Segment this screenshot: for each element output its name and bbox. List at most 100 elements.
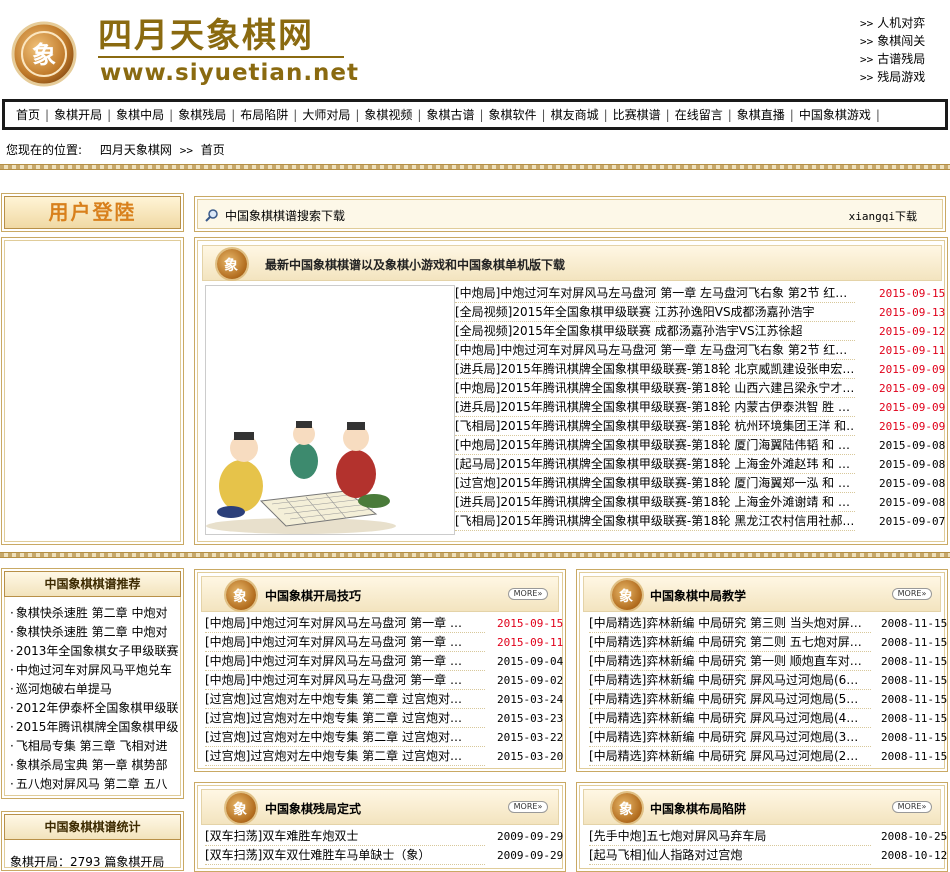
latest-item[interactable]: [过宫炮]2015年腾讯棋牌全国象棋甲级联赛-第18轮 厦门海翼郑一泓 和 … xyxy=(455,474,855,493)
latest-item-date: 2015-09-12 xyxy=(879,325,946,338)
traps-panel: 中国象棋布局陷阱 MORE» [先手中炮]五七炮对屏风马弃车局 2008-10-2… xyxy=(576,782,948,872)
latest-item[interactable]: [全局视频]2015年全国象棋甲级联赛 成都汤嘉孙浩宇VS江苏徐超 xyxy=(455,322,855,341)
latest-item[interactable]: [全局视频]2015年全国象棋甲级联赛 江苏孙逸阳VS成都汤嘉孙浩宇 xyxy=(455,303,855,322)
middle-item-date: 2008-11-15 xyxy=(881,750,948,763)
search-link[interactable]: 中国象棋棋谱搜索下载 xyxy=(225,207,345,224)
recommend-item[interactable]: · 象棋快杀速胜 第二章 中炮对 xyxy=(10,623,178,642)
middle-panel: 中国象棋中局教学 MORE» [中局精选]弈林新编 中局研究 第三则 当头炮对屏… xyxy=(576,569,948,772)
middle-item-date: 2008-11-15 xyxy=(881,712,948,725)
opening-item[interactable]: [过宫炮]过宫炮对左中炮专集 第二章 过宫炮对… xyxy=(205,690,485,709)
latest-item-date: 2015-09-09 xyxy=(879,363,946,376)
breadcrumb-current[interactable]: 首页 xyxy=(201,143,225,157)
latest-item-tag: [过宫炮] xyxy=(455,476,501,490)
latest-item[interactable]: [中炮局]中炮过河车对屏风马左马盘河 第一章 左马盘河飞右象 第2节 红… xyxy=(455,341,855,360)
middle-item[interactable]: [中局精选]弈林新编 中局研究 屏风马过河炮局(6… xyxy=(589,671,871,690)
breadcrumb-site[interactable]: 四月天象棋网 xyxy=(100,143,172,157)
opening-item[interactable]: [过宫炮]过宫炮对左中炮专集 第二章 过宫炮对… xyxy=(205,728,485,747)
top-link-canju-game[interactable]: >> 残局游戏 xyxy=(860,68,938,86)
latest-item[interactable]: [飞相局]2015年腾讯棋牌全国象棋甲级联赛-第18轮 黑龙江农村信用社郝… xyxy=(455,512,855,531)
nav-video[interactable]: 象棋视频 xyxy=(359,106,417,123)
latest-item[interactable]: [起马局]2015年腾讯棋牌全国象棋甲级联赛-第18轮 上海金外滩赵玮 和 … xyxy=(455,455,855,474)
latest-item[interactable]: [进兵局]2015年腾讯棋牌全国象棋甲级联赛-第18轮 内蒙古伊泰洪智 胜 … xyxy=(455,398,855,417)
featured-image[interactable] xyxy=(205,285,455,535)
logo-rule xyxy=(98,56,344,58)
recommend-item[interactable]: · 飞相局专集 第三章 飞相对进 xyxy=(10,737,178,756)
latest-header: 最新中国象棋棋谱以及象棋小游戏和中国象棋单机版下载 xyxy=(202,245,942,281)
top-link-chuangguan[interactable]: >> 象棋闯关 xyxy=(860,32,938,50)
nav-games[interactable]: 中国象棋游戏 xyxy=(794,106,876,123)
top-link-renji[interactable]: >> 人机对弈 xyxy=(860,14,938,32)
nav-opening[interactable]: 象棋开局 xyxy=(49,106,107,123)
latest-item-date: 2015-09-09 xyxy=(879,420,946,433)
nav-home[interactable]: 首页 xyxy=(11,106,45,123)
double-chevron-icon: >> xyxy=(860,35,874,48)
recommend-item[interactable]: · 巡河炮破右单提马 xyxy=(10,680,178,699)
latest-item-title: 2015年腾讯棋牌全国象棋甲级联赛-第18轮 上海金外滩谢靖 和 … xyxy=(500,495,850,509)
recommend-item-title: 2013年全国象棋女子甲级联赛 xyxy=(15,644,178,658)
traps-item[interactable]: [先手中炮]五七炮对屏风马弃车局 xyxy=(589,827,871,846)
middle-item[interactable]: [中局精选]弈林新编 中局研究 屏风马过河炮局(3… xyxy=(589,728,871,747)
logo-seal: 象 xyxy=(8,18,82,88)
middle-item[interactable]: [中局精选]弈林新编 中局研究 第一则 顺炮直车对… xyxy=(589,652,871,671)
middle-item[interactable]: [中局精选]弈林新编 中局研究 屏风马过河炮局(4… xyxy=(589,709,871,728)
latest-item-date: 2015-09-08 xyxy=(879,439,946,452)
opening-item[interactable]: [中炮局]中炮过河车对屏风马左马盘河 第一章 … xyxy=(205,652,485,671)
bullet: · xyxy=(10,625,14,639)
recommend-item[interactable]: · 2015年腾讯棋牌全国象棋甲级 xyxy=(10,718,178,737)
recommend-item[interactable]: · 象棋快杀速胜 第二章 中炮对 xyxy=(10,604,178,623)
latest-item[interactable]: [中炮局]2015年腾讯棋牌全国象棋甲级联赛-第18轮 厦门海翼陆伟韬 和 … xyxy=(455,436,855,455)
endgame-item-title: [双车扫荡]双车难胜车炮双士 xyxy=(205,829,359,843)
endgame-item[interactable]: [双车扫荡]双车双仕难胜车马单缺士（象） xyxy=(205,846,485,865)
recommend-item[interactable]: · 2012年伊泰杯全国象棋甲级联 xyxy=(10,699,178,718)
latest-item[interactable]: [中炮局]2015年腾讯棋牌全国象棋甲级联赛-第18轮 山西六建吕梁永宁才… xyxy=(455,379,855,398)
opening-item-title: [过宫炮]过宫炮对左中炮专集 第二章 过宫炮对… xyxy=(205,711,462,725)
chess-players-illustration xyxy=(206,421,396,534)
latest-item[interactable]: [进兵局]2015年腾讯棋牌全国象棋甲级联赛-第18轮 上海金外滩谢靖 和 … xyxy=(455,493,855,512)
latest-item[interactable]: [进兵局]2015年腾讯棋牌全国象棋甲级联赛-第18轮 北京威凯建设张申宏… xyxy=(455,360,855,379)
endgame-more-button[interactable]: MORE» xyxy=(508,801,548,813)
middle-item[interactable]: [中局精选]弈林新编 中局研究 屏风马过河炮局(5… xyxy=(589,690,871,709)
site-title: 四月天象棋网 xyxy=(98,16,314,56)
latest-item-tag: [飞相局] xyxy=(455,514,501,528)
opening-item[interactable]: [中炮局]中炮过河车对屏风马左马盘河 第一章 … xyxy=(205,614,485,633)
recommend-item[interactable]: · 象棋杀局宝典 第一章 棋势部 xyxy=(10,756,178,775)
middle-item[interactable]: [中局精选]弈林新编 中局研究 屏风马过河炮局(2… xyxy=(589,747,871,766)
latest-item[interactable]: [中炮局]中炮过河车对屏风马左马盘河 第一章 左马盘河飞右象 第2节 红… xyxy=(455,284,855,303)
latest-item[interactable]: [飞相局]2015年腾讯棋牌全国象棋甲级联赛-第18轮 杭州环境集团王洋 和… xyxy=(455,417,855,436)
endgame-panel: 中国象棋残局定式 MORE» [双车扫荡]双车难胜车炮双士 2009-09-29 [… xyxy=(194,782,566,872)
nav-middle[interactable]: 象棋中局 xyxy=(111,106,169,123)
xiangqi-download-link[interactable]: xiangqi下载 xyxy=(849,208,917,224)
middle-item-title: [中局精选]弈林新编 中局研究 屏风马过河炮局(2… xyxy=(589,749,859,763)
middle-item[interactable]: [中局精选]弈林新编 中局研究 第二则 五七炮对屏… xyxy=(589,633,871,652)
opening-more-button[interactable]: MORE» xyxy=(508,588,548,600)
nav-shop[interactable]: 棋友商城 xyxy=(546,106,604,123)
nav-live[interactable]: 象棋直播 xyxy=(732,106,790,123)
opening-item-title: [过宫炮]过宫炮对左中炮专集 第二章 过宫炮对… xyxy=(205,749,462,763)
top-link-gupu[interactable]: >> 古谱残局 xyxy=(860,50,938,68)
login-title-box: 用户登陸 xyxy=(1,193,184,232)
recommend-item[interactable]: · 2013年全国象棋女子甲级联赛 xyxy=(10,642,178,661)
nav-endgame[interactable]: 象棋残局 xyxy=(173,106,231,123)
nav-traps[interactable]: 布局陷阱 xyxy=(235,106,293,123)
recommend-item[interactable]: · 中炮过河车对屏风马平炮兑车 xyxy=(10,661,178,680)
recommend-item[interactable]: · 五八炮对屏风马 第二章 五八 xyxy=(10,775,178,794)
opening-item[interactable]: [中炮局]中炮过河车对屏风马左马盘河 第一章 … xyxy=(205,633,485,652)
opening-item[interactable]: [过宫炮]过宫炮对左中炮专集 第二章 过宫炮对… xyxy=(205,747,485,766)
nav-guestbook[interactable]: 在线留言 xyxy=(670,106,728,123)
traps-item[interactable]: [起马飞相]仙人指路对过宫炮 xyxy=(589,846,871,865)
middle-item[interactable]: [中局精选]弈林新编 中局研究 第三则 当头炮对屏… xyxy=(589,614,871,633)
endgame-item[interactable]: [双车扫荡]双车难胜车炮双士 xyxy=(205,827,485,846)
nav-software[interactable]: 象棋软件 xyxy=(484,106,542,123)
middle-more-button[interactable]: MORE» xyxy=(892,588,932,600)
opening-item[interactable]: [过宫炮]过宫炮对左中炮专集 第二章 过宫炮对… xyxy=(205,709,485,728)
nav-master[interactable]: 大师对局 xyxy=(297,106,355,123)
opening-item[interactable]: [中炮局]中炮过河车对屏风马左马盘河 第一章 … xyxy=(205,671,485,690)
latest-item-tag: [中炮局] xyxy=(455,381,501,395)
traps-more-button[interactable]: MORE» xyxy=(892,801,932,813)
seal-icon xyxy=(612,793,642,823)
latest-title: 最新中国象棋棋谱以及象棋小游戏和中国象棋单机版下载 xyxy=(265,258,566,272)
nav-match[interactable]: 比赛棋谱 xyxy=(608,106,666,123)
double-chevron-icon: >> xyxy=(860,17,874,30)
traps-item-title: [先手中炮]五七炮对屏风马弃车局 xyxy=(589,829,767,843)
nav-ancient[interactable]: 象棋古谱 xyxy=(421,106,479,123)
